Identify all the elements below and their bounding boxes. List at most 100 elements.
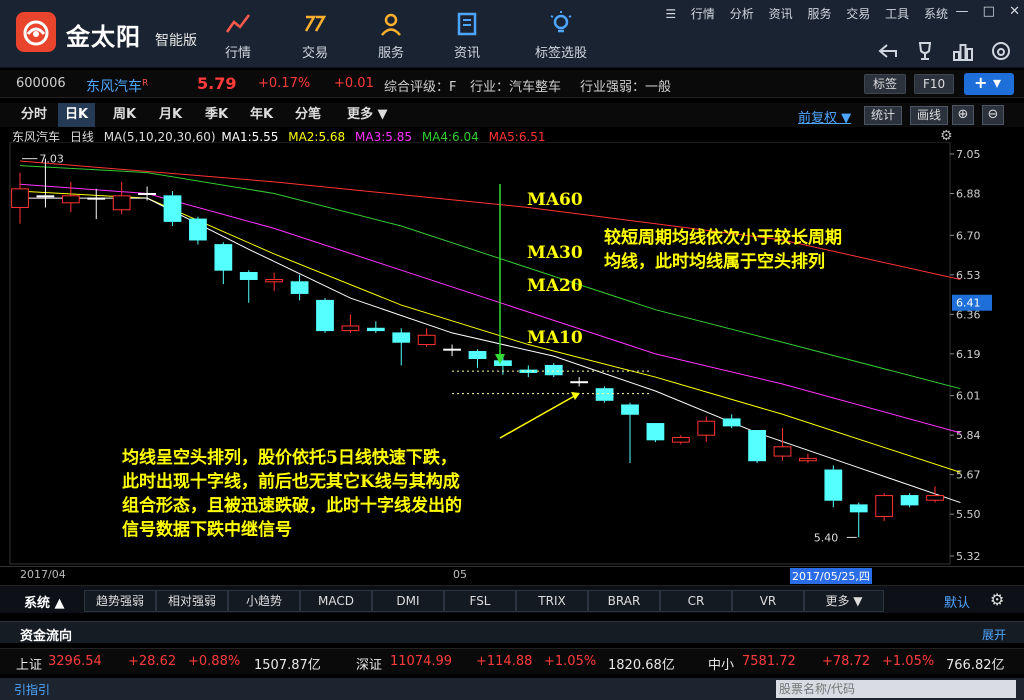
f10-button[interactable]: F10 xyxy=(914,74,955,94)
high-label: 7.03 xyxy=(39,153,64,166)
nav-service-label: 服务 xyxy=(377,46,404,61)
tab-yearly[interactable]: 年K xyxy=(243,103,280,127)
annotation-ma60: MA60 xyxy=(527,190,583,210)
ind-tab-fsl[interactable]: FSL xyxy=(444,590,516,612)
tab-monthly[interactable]: 月K xyxy=(152,103,189,127)
candle-body-up xyxy=(799,457,817,462)
draw-line-button[interactable]: 画线 xyxy=(910,106,949,125)
stock-price: 5.79 xyxy=(197,74,237,93)
nav-trade[interactable]: 交易 xyxy=(280,8,350,64)
y-tick-label: 6.70 xyxy=(956,229,981,242)
back-icon[interactable] xyxy=(877,40,899,62)
minimize-icon[interactable]: — xyxy=(956,4,969,19)
tab-intraday[interactable]: 分时 xyxy=(14,103,54,127)
candle-body-down xyxy=(544,364,563,376)
nav-news[interactable]: 资讯 xyxy=(432,8,502,64)
menu-trade[interactable]: 交易 xyxy=(846,7,870,21)
ind-tab-relative-strength[interactable]: 相对强弱 xyxy=(156,590,228,612)
index-sh-value: 3296.54 xyxy=(48,654,102,669)
ind-tab-vr[interactable]: VR xyxy=(732,590,804,612)
menu-analysis[interactable]: 分析 xyxy=(730,7,754,21)
candle-body-doji xyxy=(87,197,106,200)
stock-name[interactable]: 东风汽车R xyxy=(86,76,148,96)
index-sh-change: +28.62 xyxy=(128,654,177,669)
top-right-icons xyxy=(865,40,1012,65)
stock-change-pct: +0.17% xyxy=(258,76,311,91)
annotation-bottom-left-line1: 均线呈空头排列，股价依托5日线快速下跌， xyxy=(122,448,457,468)
app-edition: 智能版 xyxy=(155,33,197,49)
system-indicator-menu[interactable]: 系统 ▲ xyxy=(24,592,65,611)
y-tick-label: 5.50 xyxy=(956,508,981,521)
ind-tab-cr[interactable]: CR xyxy=(660,590,732,612)
capital-flow-expand[interactable]: 展开 xyxy=(982,626,1006,643)
candle-body-up xyxy=(875,495,894,517)
menu-hamburger-icon[interactable]: ☰ xyxy=(665,7,676,21)
maximize-icon[interactable]: □ xyxy=(983,4,995,19)
tab-weekly[interactable]: 周K xyxy=(106,103,143,127)
ind-tab-small-trend[interactable]: 小趋势 xyxy=(228,590,300,612)
tab-more[interactable]: 更多 ▼ xyxy=(340,103,395,127)
ind-tab-more-label: 更多 xyxy=(825,594,850,608)
ma-line-ma30 xyxy=(19,165,961,390)
candle-body-down xyxy=(646,423,665,441)
menu-system[interactable]: 系统 xyxy=(924,7,948,21)
market-index-bar: 上证 3296.54 +28.62 +0.88% 1507.87亿 深证 110… xyxy=(0,648,1024,674)
zoom-out-icon[interactable]: ⊖ xyxy=(982,105,1004,125)
add-stock-button[interactable]: + ▾ xyxy=(964,73,1014,95)
tag-button[interactable]: 标签 xyxy=(864,74,907,94)
ind-tab-trend-strength[interactable]: 趋势强弱 xyxy=(84,590,156,612)
candle-body-down xyxy=(239,272,258,280)
tab-ticks[interactable]: 分笔 xyxy=(288,103,328,127)
menu-tools[interactable]: 工具 xyxy=(885,7,909,21)
candle-body-down xyxy=(595,388,614,401)
nav-service[interactable]: 服务 xyxy=(356,8,426,64)
index-sz-change: +114.88 xyxy=(476,654,533,669)
candle-body-down xyxy=(722,418,741,427)
ind-tab-macd[interactable]: MACD xyxy=(300,590,372,612)
index-sz-value: 11074.99 xyxy=(390,654,453,669)
index-sh-name[interactable]: 上证 xyxy=(16,654,42,673)
logo-small-icon[interactable] xyxy=(990,40,1012,62)
index-sme-change: +78.72 xyxy=(822,654,871,669)
guide-link[interactable]: 引指引 xyxy=(14,681,50,698)
close-icon[interactable]: ✕ xyxy=(1009,4,1020,19)
news-icon xyxy=(457,12,477,36)
adjust-mode-select[interactable]: 前复权 ▼ xyxy=(798,107,851,126)
nav-market[interactable]: 行情 xyxy=(203,8,273,64)
user-icon xyxy=(381,13,401,36)
menu-news[interactable]: 资讯 xyxy=(769,7,793,21)
ind-tab-brar[interactable]: BRAR xyxy=(588,590,660,612)
default-indicator-button[interactable]: 默认 xyxy=(944,592,970,611)
trend-icon xyxy=(225,14,250,33)
candle-body-up xyxy=(671,436,690,443)
add-stock-label: + ▾ xyxy=(974,73,1002,92)
trophy-icon[interactable] xyxy=(914,40,936,62)
tab-daily[interactable]: 日K xyxy=(58,103,96,127)
stats-button[interactable]: 统计 xyxy=(864,106,903,125)
index-sme-name[interactable]: 中小 xyxy=(708,654,734,673)
menu-market[interactable]: 行情 xyxy=(691,7,715,21)
ind-tab-more[interactable]: 更多 ▼ xyxy=(804,590,884,612)
ind-tab-trix[interactable]: TRIX xyxy=(516,590,588,612)
menu-service[interactable]: 服务 xyxy=(807,7,831,21)
y-tick-label: 5.32 xyxy=(956,550,981,563)
period-tabs: 分时 日K 周K 月K 季K 年K 分笔 更多 ▼ 前复权 ▼ 统计 画线 ⊕ … xyxy=(0,103,1024,127)
ind-tab-dmi[interactable]: DMI xyxy=(372,590,444,612)
nav-tag-select[interactable]: 标签选股 xyxy=(526,8,596,64)
zoom-in-icon[interactable]: ⊕ xyxy=(952,105,974,125)
kline-chart[interactable]: 7.05 6.88 6.70 6.53 6.36 6.19 6.01 5.84 5.67 5.50… xyxy=(0,142,1024,566)
annotation-ma30: MA30 xyxy=(527,243,583,263)
stock-search-input[interactable] xyxy=(776,680,1016,698)
tab-quarterly[interactable]: 季K xyxy=(198,103,235,127)
low-label: 5.40 xyxy=(814,531,839,544)
indicator-settings-gear-icon[interactable]: ⚙ xyxy=(990,590,1004,609)
time-axis: 2017/04 05 2017/05/25,四 xyxy=(0,566,1024,584)
ranking-icon[interactable] xyxy=(952,40,974,62)
candle-body-down xyxy=(468,351,487,359)
candle-body-up xyxy=(112,195,131,211)
stock-name-text: 东风汽车 xyxy=(86,79,142,95)
candle-body-down xyxy=(392,332,411,343)
candle-body-down xyxy=(290,281,309,294)
candle-body-down xyxy=(849,504,868,513)
index-sz-name[interactable]: 深证 xyxy=(356,654,382,673)
